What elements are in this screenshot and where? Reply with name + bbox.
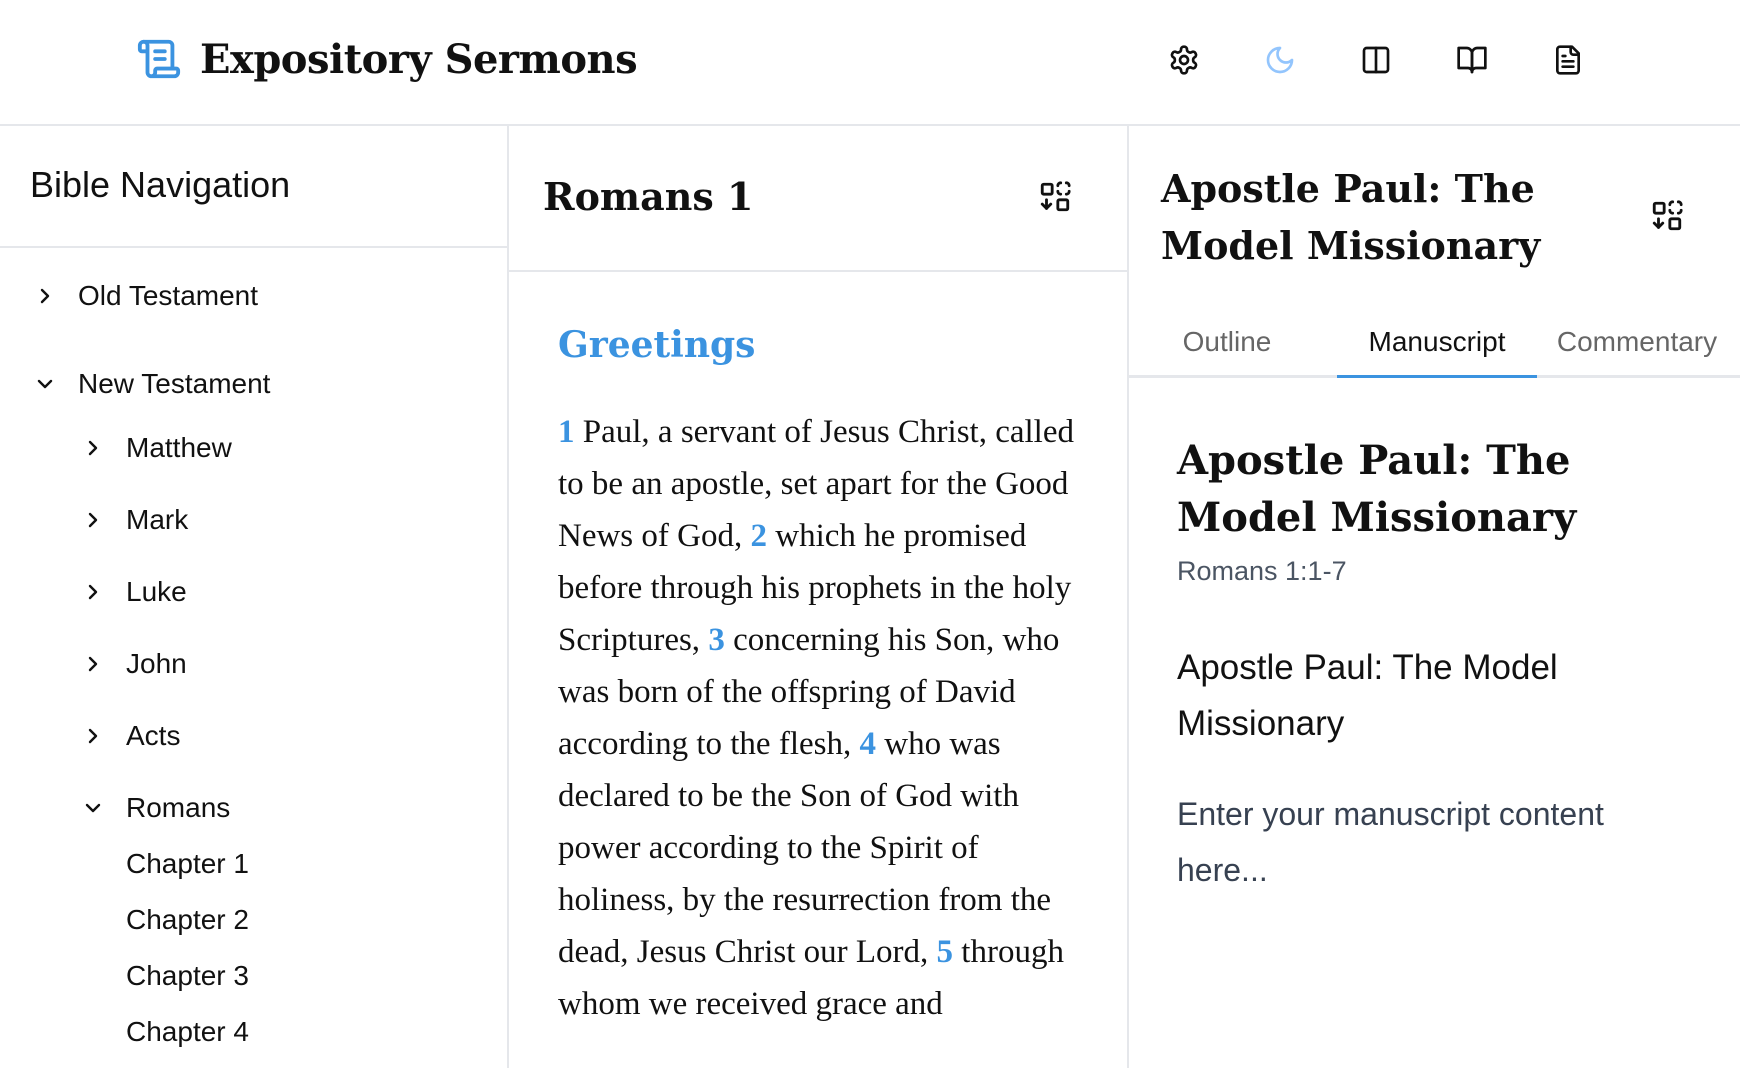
split-view-button[interactable] — [1354, 40, 1398, 84]
scroll-icon — [134, 34, 184, 84]
verse-number: 3 — [708, 622, 725, 658]
scripture-panel: Romans 1 Greetings 1 Paul, a servant of … — [509, 126, 1129, 1068]
tree-item-label: Romans — [126, 792, 231, 823]
gear-icon — [1168, 44, 1200, 81]
verse-number: 1 — [558, 414, 575, 450]
swap-icon — [1650, 199, 1684, 238]
chevron-down-icon — [30, 369, 60, 399]
scripture-text: 1 Paul, a servant of Jesus Christ, calle… — [558, 406, 1098, 1030]
nav-header: Bible Navigation — [0, 126, 507, 248]
app-title: Expository Sermons — [200, 35, 638, 83]
tree-item-chapter-3[interactable]: Chapter 3 — [126, 960, 249, 992]
tree-item-label: Luke — [126, 576, 187, 607]
book-open-icon — [1456, 44, 1488, 81]
document-icon — [1552, 44, 1584, 81]
bible-navigation-panel: Bible Navigation Old Testament New Testa… — [0, 126, 509, 1068]
tree-item-label: Matthew — [126, 432, 232, 463]
sermon-header: Apostle Paul: The Model Missionary Outli… — [1129, 126, 1740, 378]
chapter-label: Chapter 3 — [126, 960, 249, 991]
tree-item-john[interactable]: John — [78, 648, 187, 680]
tree-item-label: New Testament — [78, 368, 271, 399]
tree-item-mark[interactable]: Mark — [78, 504, 188, 536]
tab-outline[interactable]: Outline — [1129, 294, 1325, 378]
section-heading: Greetings — [558, 324, 756, 366]
brand: Expository Sermons — [134, 34, 638, 84]
dark-mode-button[interactable] — [1258, 40, 1302, 84]
manuscript-editor[interactable]: Enter your manuscript content here... — [1177, 786, 1677, 898]
tree-item-new-testament[interactable]: New Testament — [30, 368, 270, 400]
verse-number: 5 — [936, 934, 954, 970]
tree-item-label: John — [126, 648, 187, 679]
chevron-right-icon — [78, 433, 108, 463]
manuscript-title: Apostle Paul: The Model Missionary — [1177, 437, 1577, 541]
columns-icon — [1360, 44, 1392, 81]
scripture-title: Romans 1 — [543, 174, 754, 219]
verse-number: 4 — [859, 726, 876, 762]
tree-item-luke[interactable]: Luke — [78, 576, 187, 608]
chapter-label: Chapter 1 — [126, 848, 249, 879]
verse-number: 2 — [750, 518, 767, 554]
settings-button[interactable] — [1162, 40, 1206, 84]
chevron-right-icon — [78, 721, 108, 751]
tab-manuscript[interactable]: Manuscript — [1337, 294, 1537, 378]
manuscript-subtitle: Apostle Paul: The Model Missionary — [1177, 648, 1558, 743]
chevron-right-icon — [78, 649, 108, 679]
tree-item-old-testament[interactable]: Old Testament — [30, 280, 258, 312]
tab-commentary[interactable]: Commentary — [1537, 294, 1737, 378]
tree-item-chapter-2[interactable]: Chapter 2 — [126, 904, 249, 936]
manuscript-view-button[interactable] — [1546, 40, 1590, 84]
tree-item-label: Acts — [126, 720, 181, 751]
chevron-right-icon — [78, 505, 108, 535]
chevron-down-icon — [78, 793, 108, 823]
nav-title: Bible Navigation — [30, 164, 291, 205]
chapter-label: Chapter 2 — [126, 904, 249, 935]
sermon-title: Apostle Paul: The Model Missionary — [1161, 166, 1541, 268]
swap-icon — [1038, 180, 1072, 219]
chevron-right-icon — [30, 281, 60, 311]
swap-panel-button[interactable] — [1645, 196, 1689, 240]
tree-item-acts[interactable]: Acts — [78, 720, 180, 752]
tree-item-label: Old Testament — [78, 280, 259, 311]
scripture-header: Romans 1 — [509, 126, 1127, 272]
moon-icon — [1264, 44, 1296, 81]
bible-view-button[interactable] — [1450, 40, 1494, 84]
tree-item-chapter-4[interactable]: Chapter 4 — [126, 1016, 249, 1048]
app-header: Expository Sermons — [0, 0, 1740, 126]
chevron-right-icon — [78, 577, 108, 607]
tree-item-label: Mark — [126, 504, 189, 535]
swap-panel-button[interactable] — [1033, 177, 1077, 221]
chapter-label: Chapter 4 — [126, 1016, 249, 1047]
manuscript-reference: Romans 1:1-7 — [1177, 556, 1347, 586]
sermon-panel: Apostle Paul: The Model Missionary Outli… — [1129, 126, 1740, 1068]
sermon-tabs: Outline Manuscript Commentary — [1129, 294, 1740, 378]
tree-item-chapter-1[interactable]: Chapter 1 — [126, 848, 249, 880]
tree-item-romans[interactable]: Romans — [78, 792, 230, 824]
tree-item-matthew[interactable]: Matthew — [78, 432, 232, 464]
